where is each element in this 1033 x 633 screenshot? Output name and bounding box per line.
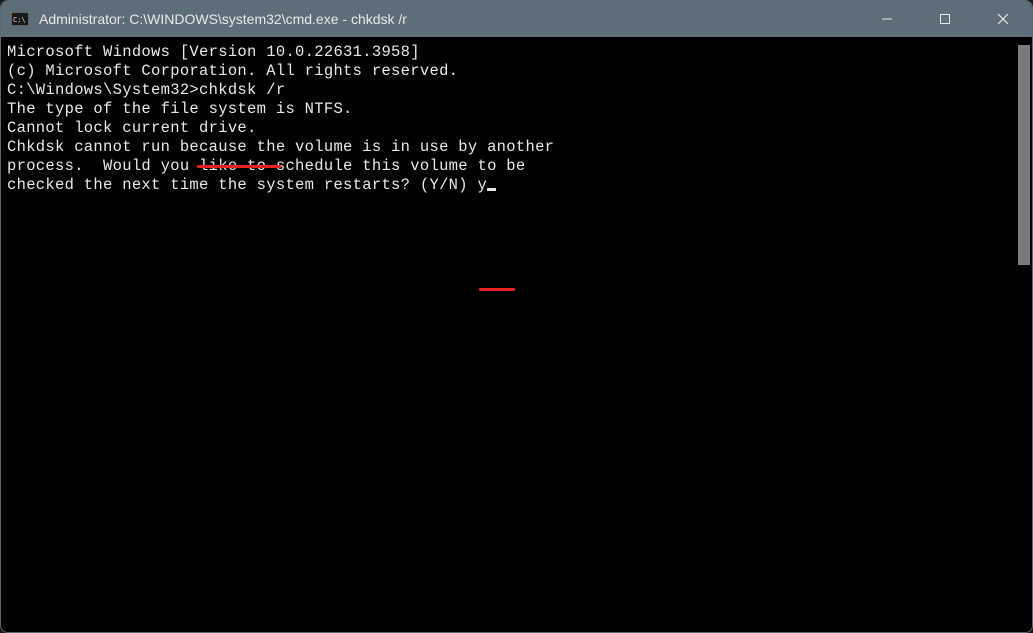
output-line: Chkdsk cannot run because the volume is … (7, 138, 1016, 157)
vertical-scrollbar[interactable] (1016, 43, 1032, 632)
cmd-icon: C:\ (11, 10, 29, 28)
svg-text:C:\: C:\ (13, 16, 26, 24)
output-line: (c) Microsoft Corporation. All rights re… (7, 62, 1016, 81)
output-line: Cannot lock current drive. (7, 119, 1016, 138)
prompt-confirm-line: checked the next time the system restart… (7, 176, 1016, 195)
minimize-button[interactable] (858, 1, 916, 37)
prompt-command: chkdsk /r (199, 81, 285, 99)
window-title: Administrator: C:\WINDOWS\system32\cmd.e… (39, 11, 858, 27)
output-line: The type of the file system is NTFS. (7, 100, 1016, 119)
annotation-underline (197, 165, 281, 168)
maximize-button[interactable] (916, 1, 974, 37)
confirm-prompt: checked the next time the system restart… (7, 176, 477, 194)
prompt-line: C:\Windows\System32>chkdsk /r (7, 81, 1016, 100)
annotation-underline (479, 288, 515, 291)
output-line: process. Would you like to schedule this… (7, 157, 1016, 176)
window-controls (858, 1, 1032, 37)
close-button[interactable] (974, 1, 1032, 37)
prompt-path: C:\Windows\System32> (7, 81, 199, 99)
user-input: y (477, 176, 487, 194)
text-cursor (487, 188, 496, 191)
titlebar[interactable]: C:\ Administrator: C:\WINDOWS\system32\c… (1, 1, 1032, 37)
terminal-area[interactable]: Microsoft Windows [Version 10.0.22631.39… (1, 37, 1032, 632)
terminal-output: Microsoft Windows [Version 10.0.22631.39… (7, 43, 1016, 632)
output-line: Microsoft Windows [Version 10.0.22631.39… (7, 43, 1016, 62)
scrollbar-thumb[interactable] (1018, 45, 1030, 265)
cmd-window: C:\ Administrator: C:\WINDOWS\system32\c… (0, 0, 1033, 633)
